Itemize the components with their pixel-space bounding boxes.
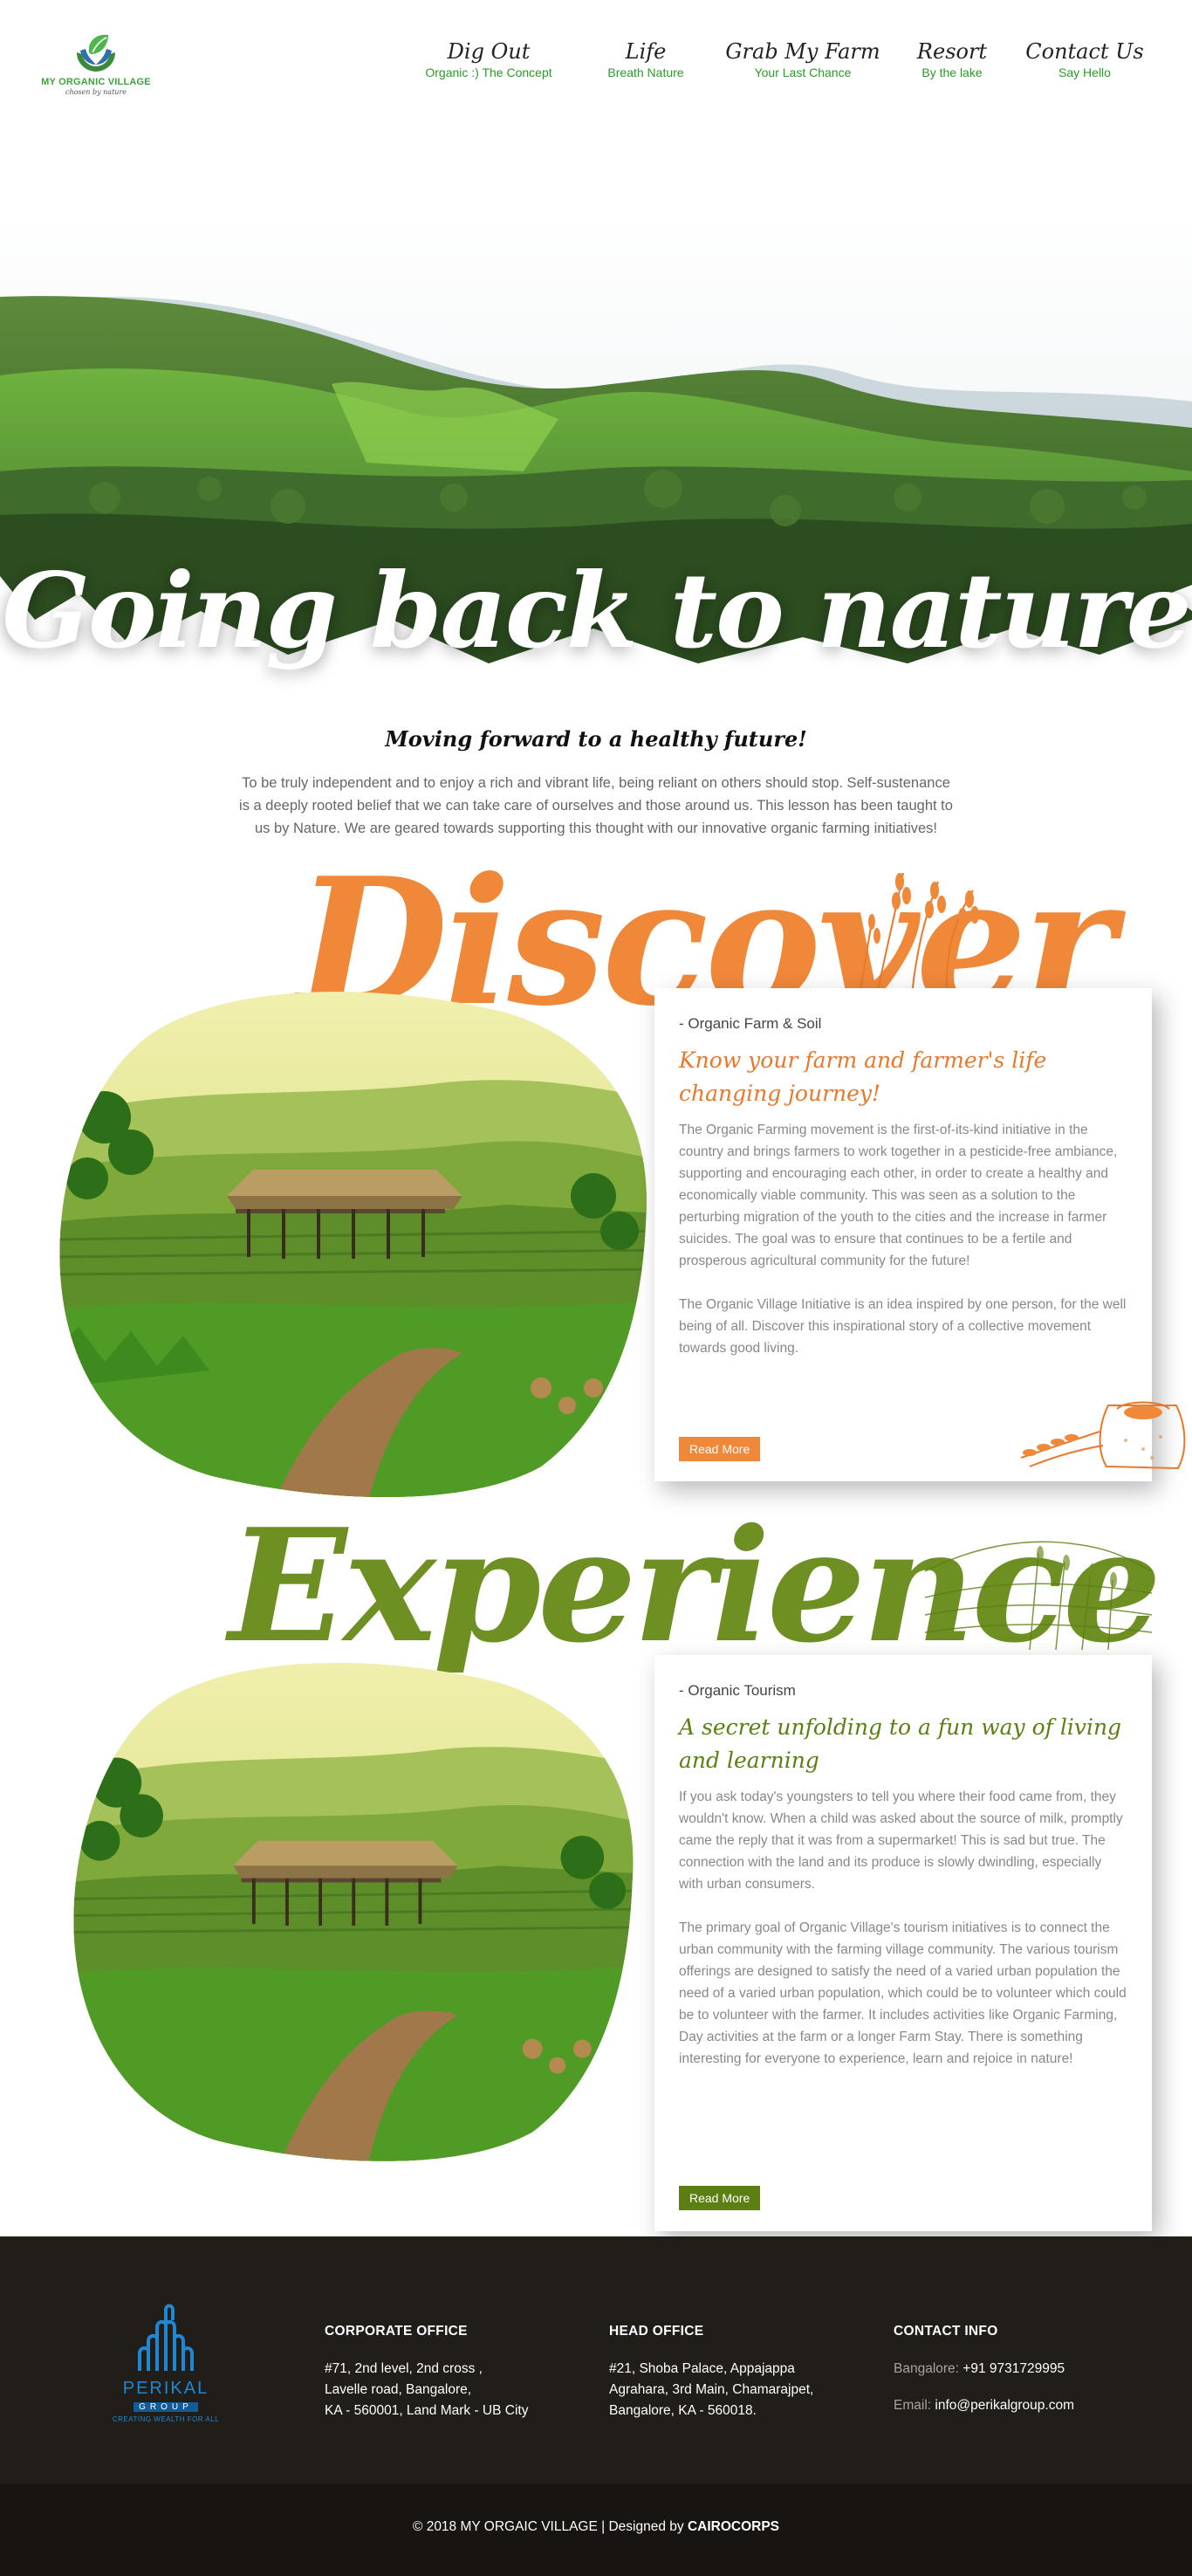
nav-item-label: Grab My Farm: [725, 39, 880, 64]
perikal-group-text: GROUP: [134, 2402, 198, 2412]
farm-hut-image-2: [73, 1662, 634, 2161]
phone-label: Bangalore:: [894, 2361, 963, 2376]
corporate-address-line: Lavelle road, Bangalore,: [325, 2382, 472, 2397]
head-address-line: Bangalore, KA - 560018.: [609, 2403, 757, 2418]
nav-item-contact-us[interactable]: Contact Us Say Hello: [1019, 38, 1150, 80]
nav-item-resort[interactable]: Resort By the lake: [895, 38, 1009, 80]
head-office-title: HEAD OFFICE: [609, 2324, 704, 2339]
site-header: MY ORGANIC VILLAGE chosen by nature Dig …: [0, 0, 1192, 122]
corporate-office-title: CORPORATE OFFICE: [325, 2324, 468, 2339]
nav-item-label: Resort: [916, 39, 988, 64]
corporate-address-line: KA - 560001, Land Mark - UB City: [325, 2403, 529, 2418]
logo-tagline: chosen by nature: [65, 88, 127, 96]
nav-item-life[interactable]: Life Breath Nature: [585, 38, 707, 80]
experience-paragraph-1: If you ask today's youngsters to tell yo…: [679, 1789, 1123, 1892]
experience-paragraph-2: The primary goal of Organic Village's to…: [679, 1920, 1127, 2066]
experience-read-more-button[interactable]: Read More: [679, 2186, 761, 2210]
copyright-prefix: © 2018 MY ORGAIC VILLAGE | Designed by: [412, 2519, 688, 2534]
discover-paragraph-2: The Organic Village Initiative is an ide…: [679, 1297, 1127, 1356]
copyright-text: © 2018 MY ORGAIC VILLAGE | Designed by C…: [0, 2519, 1192, 2535]
site-logo[interactable]: MY ORGANIC VILLAGE chosen by nature: [35, 30, 157, 96]
nav-item-label: Dig Out: [447, 39, 531, 64]
corporate-office-block: CORPORATE OFFICE #71, 2nd level, 2nd cro…: [325, 2324, 528, 2421]
discover-card-heading: Know your farm and farmer's life changin…: [679, 1048, 1047, 1106]
hero-title: Going back to nature: [2, 550, 1191, 671]
nav-item-grab-my-farm[interactable]: Grab My Farm Your Last Chance: [724, 38, 881, 80]
perikal-name: PERIKAL: [122, 2379, 209, 2398]
experience-card-heading: A secret unfolding to a fun way of livin…: [679, 1714, 1122, 1773]
intro-title: Moving forward to a healthy future!: [385, 726, 807, 752]
hero-banner: Going back to nature: [0, 210, 1192, 716]
contact-email-row: Email: info@perikalgroup.com: [894, 2395, 1074, 2416]
nav-item-sublabel: Organic :) The Concept: [425, 65, 552, 79]
phone-link[interactable]: +91 9731729995: [963, 2361, 1065, 2376]
discover-paragraph-1: The Organic Farming movement is the firs…: [679, 1123, 1118, 1268]
nav-item-sublabel: Breath Nature: [607, 65, 684, 79]
field-sketch-icon: [925, 1541, 1152, 1650]
perikal-tower-icon: [138, 2304, 194, 2371]
nav-item-label: Life: [625, 39, 667, 64]
intro-text: To be truly independent and to enjoy a r…: [239, 775, 953, 836]
site-footer: PERIKAL GROUP CREATING WEALTH FOR ALL CO…: [0, 2236, 1192, 2484]
footer-copyright-bar: © 2018 MY ORGAIC VILLAGE | Designed by C…: [0, 2484, 1192, 2576]
experience-eyebrow: - Organic Tourism: [679, 1682, 796, 1699]
designer-link[interactable]: CAIROCORPS: [688, 2519, 779, 2534]
email-label: Email:: [894, 2398, 935, 2413]
discover-eyebrow: - Organic Farm & Soil: [679, 1015, 822, 1032]
nav-item-sublabel: Say Hello: [1058, 65, 1111, 79]
main-nav: Dig Out Organic :) The Concept Life Brea…: [410, 38, 1161, 91]
logo-brand-text: MY ORGANIC VILLAGE: [41, 77, 151, 87]
experience-card: - Organic Tourism A secret unfolding to …: [654, 1655, 1152, 2231]
wheat-sketch-icon: [859, 872, 979, 995]
nav-item-dig-out[interactable]: Dig Out Organic :) The Concept: [410, 38, 567, 80]
farm-hut-image: [59, 992, 647, 1498]
head-address-line: #21, Shoba Palace, Appajappa: [609, 2361, 795, 2376]
email-link[interactable]: info@perikalgroup.com: [935, 2398, 1074, 2413]
nav-item-label: Contact Us: [1025, 39, 1144, 64]
contact-info-block: CONTACT INFO Bangalore: +91 9731729995 E…: [894, 2324, 1074, 2416]
discover-read-more-button[interactable]: Read More: [679, 1437, 761, 1461]
perikal-tagline: CREATING WEALTH FOR ALL: [112, 2415, 220, 2423]
head-address-line: Agrahara, 3rd Main, Chamarajpet,: [609, 2382, 814, 2397]
grain-sack-sketch-icon: [1020, 1401, 1186, 1470]
contact-phone-row: Bangalore: +91 9731729995: [894, 2359, 1074, 2380]
nav-item-sublabel: By the lake: [921, 65, 983, 79]
nav-item-sublabel: Your Last Chance: [754, 65, 852, 79]
contact-info-title: CONTACT INFO: [894, 2324, 998, 2339]
perikal-group-logo[interactable]: PERIKAL GROUP CREATING WEALTH FOR ALL: [105, 2301, 227, 2423]
corporate-address-line: #71, 2nd level, 2nd cross ,: [325, 2361, 483, 2376]
head-office-block: HEAD OFFICE #21, Shoba Palace, Appajappa…: [609, 2324, 813, 2421]
hands-leaf-logo-icon: [77, 34, 115, 72]
